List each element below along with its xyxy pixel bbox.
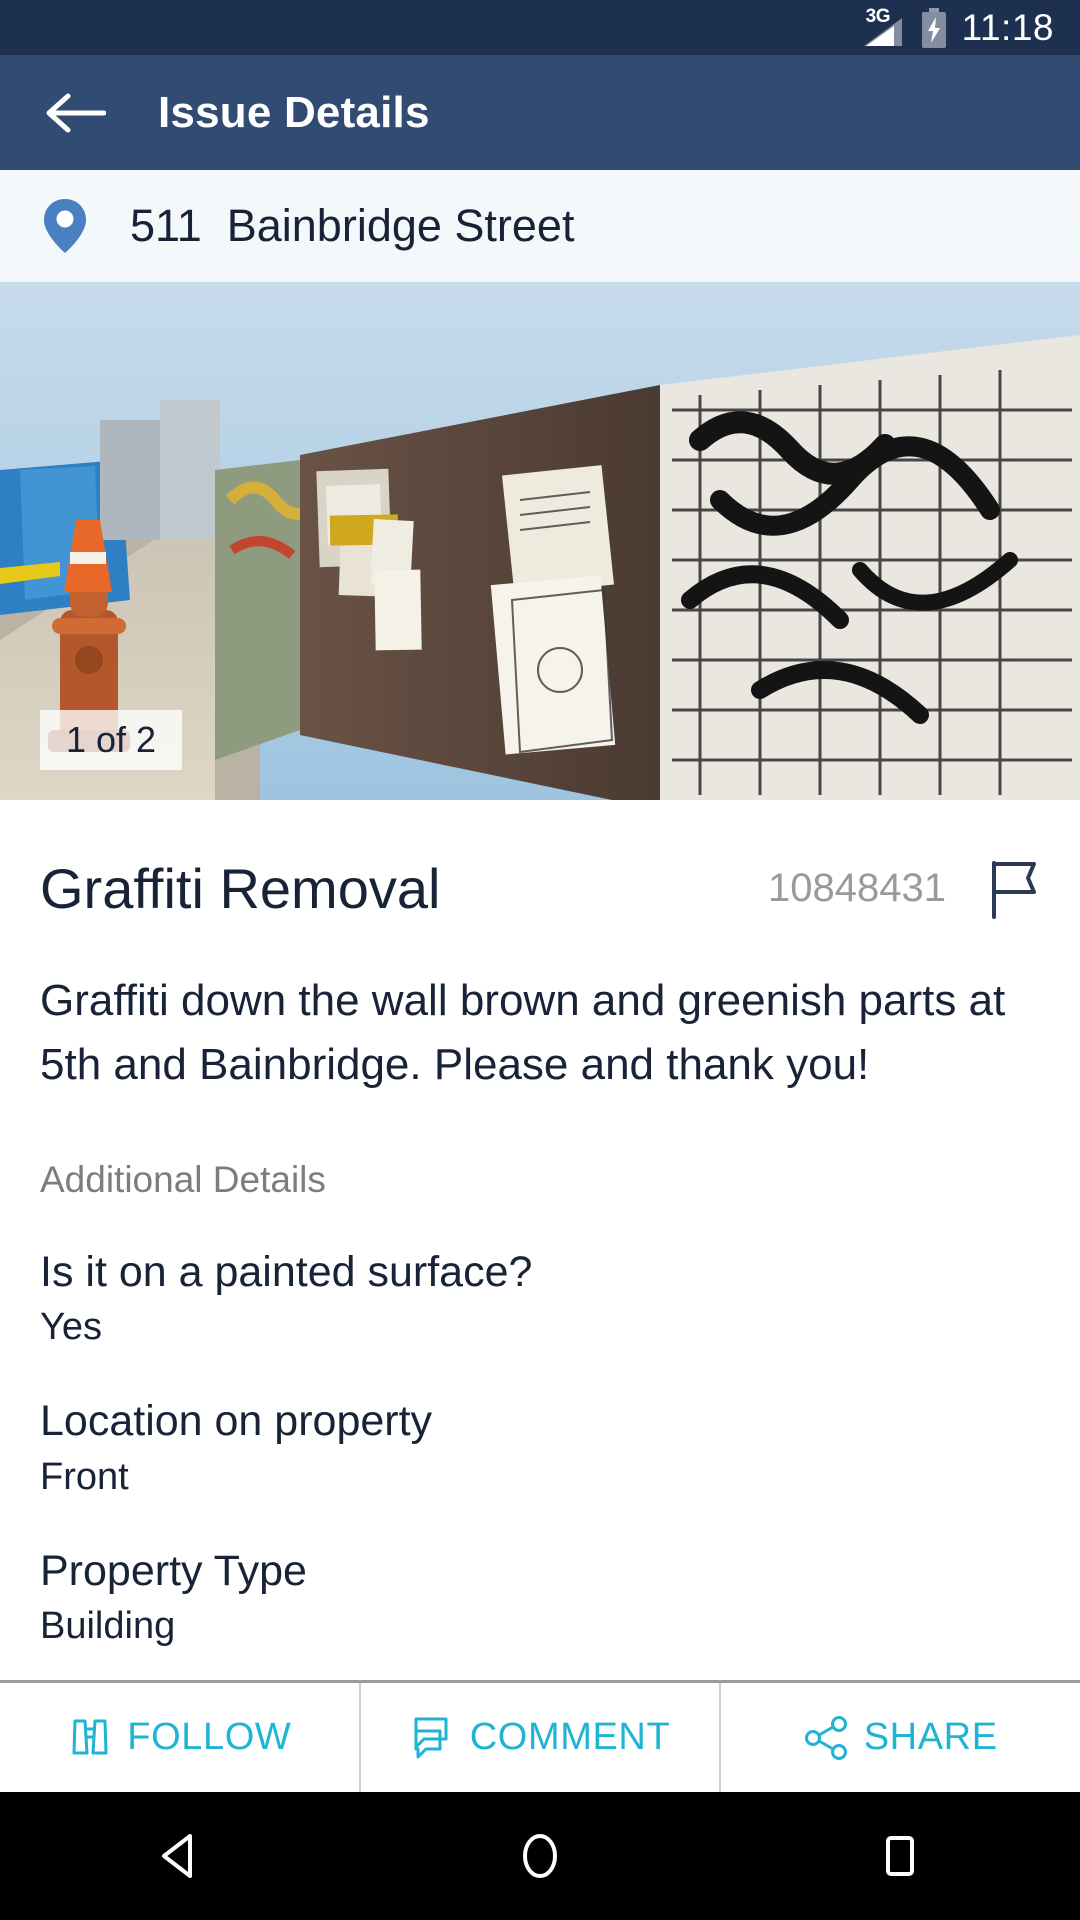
share-label: SHARE xyxy=(863,1716,998,1758)
nav-home-button[interactable] xyxy=(360,1828,720,1884)
detail-answer: Yes xyxy=(40,1306,102,1349)
detail-answer: Building xyxy=(40,1605,176,1648)
follow-button[interactable]: FOLLOW xyxy=(0,1683,359,1792)
status-bar: 3G 11:18 xyxy=(0,0,1080,55)
issue-description: Graffiti down the wall brown and greenis… xyxy=(40,976,1006,1089)
issue-title: Graffiti Removal xyxy=(40,857,441,920)
issue-photo[interactable]: 511 Bainbridge Street 1 of 2 xyxy=(0,170,1080,800)
detail-question: Is it on a painted surface? xyxy=(40,1247,533,1296)
detail-item: Location on property Front xyxy=(0,1350,1080,1500)
detail-question: Location on property xyxy=(40,1397,433,1446)
action-bar: FOLLOW COMMENT SHARE xyxy=(0,1680,1080,1792)
page-title: Issue Details xyxy=(158,87,430,137)
share-nodes-icon xyxy=(804,1715,847,1760)
share-button[interactable]: SHARE xyxy=(719,1683,1080,1792)
detail-item: Is it on a painted surface? Yes xyxy=(0,1201,1080,1351)
signal-strength-icon: 3G xyxy=(863,6,906,48)
comment-label: COMMENT xyxy=(469,1716,671,1758)
android-nav-bar xyxy=(0,1792,1080,1920)
flag-button[interactable] xyxy=(988,859,1040,919)
triangle-back-icon xyxy=(162,1834,192,1878)
square-recents-icon xyxy=(886,1836,914,1876)
status-bar-clock: 11:18 xyxy=(961,6,1054,48)
nav-recents-button[interactable] xyxy=(720,1828,1080,1884)
flag-icon xyxy=(992,860,1036,919)
issue-address: 511 Bainbridge Street xyxy=(130,200,575,251)
follow-label: FOLLOW xyxy=(127,1716,292,1758)
circle-home-icon xyxy=(523,1834,557,1878)
detail-answer: Front xyxy=(40,1455,129,1498)
issue-title-row: Graffiti Removal 10848431 xyxy=(0,800,1080,921)
photo-counter-badge: 1 of 2 xyxy=(40,710,183,770)
comment-button[interactable]: COMMENT xyxy=(358,1683,720,1792)
additional-details-heading: Additional Details xyxy=(40,1158,326,1200)
issue-id: 10848431 xyxy=(768,866,946,910)
map-pin-icon xyxy=(44,199,86,253)
issue-content: Graffiti Removal 10848431 Graffiti down … xyxy=(0,800,1080,1680)
comment-bubbles-icon xyxy=(414,1717,448,1758)
phone-screen: 3G 11:18 Issue Details 511 Bainbridge St… xyxy=(0,0,1080,1920)
battery-charging-icon xyxy=(920,7,948,48)
back-button[interactable] xyxy=(40,78,110,148)
app-bar: Issue Details xyxy=(0,55,1080,170)
address-overlay[interactable]: 511 Bainbridge Street xyxy=(0,170,1080,282)
nav-back-button[interactable] xyxy=(0,1828,360,1884)
detail-item: Property Type Building xyxy=(0,1500,1080,1650)
binoculars-icon xyxy=(72,1719,108,1754)
detail-question: Property Type xyxy=(40,1546,307,1595)
